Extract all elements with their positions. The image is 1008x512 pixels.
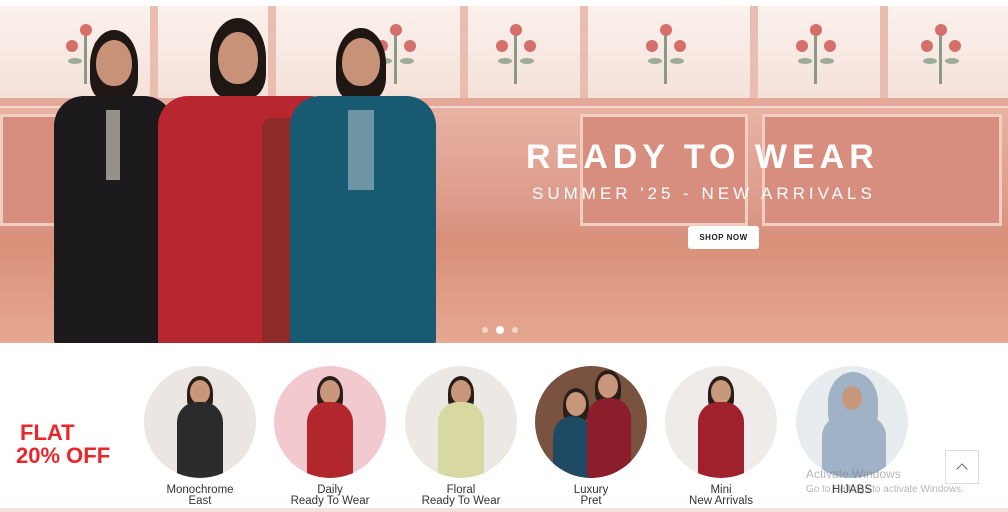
promo-discount: 20% OFF	[16, 443, 111, 468]
page: READY TO WEAR SUMMER '25 - NEW ARRIVALS …	[0, 0, 1008, 512]
flower-motif	[490, 18, 542, 88]
flower-motif	[790, 18, 842, 88]
category-image[interactable]	[144, 366, 256, 478]
scroll-to-top-button[interactable]	[945, 450, 979, 484]
windows-watermark-text: Go to Settings to activate Windows.	[806, 484, 964, 495]
wall-pillar	[880, 6, 888, 98]
wall-pillar	[460, 6, 468, 98]
flower-motif	[915, 18, 967, 88]
chevron-up-icon	[956, 463, 968, 475]
category-mini[interactable]: Mini New Arrivals	[664, 366, 778, 507]
hero-title: READY TO WEAR	[526, 138, 879, 176]
model-teal-outfit	[290, 28, 436, 343]
category-daily[interactable]: Daily Ready To Wear	[273, 366, 387, 507]
hero-subtitle: SUMMER '25 - NEW ARRIVALS	[532, 184, 876, 203]
category-label[interactable]: Luxury Pret	[534, 484, 648, 507]
category-label[interactable]: Floral Ready To Wear	[404, 484, 518, 507]
carousel-dot-2[interactable]	[496, 326, 504, 334]
category-label[interactable]: Mini New Arrivals	[664, 484, 778, 507]
windows-watermark-title: Activate Windows	[806, 467, 901, 481]
bottom-divider	[0, 508, 1008, 512]
category-image[interactable]	[274, 366, 386, 478]
category-image[interactable]	[405, 366, 517, 478]
carousel-dot-1[interactable]	[482, 327, 488, 333]
wall-pillar	[580, 6, 588, 98]
category-image[interactable]	[796, 366, 908, 478]
category-label[interactable]: Monochrome East	[143, 484, 257, 507]
category-label[interactable]: Daily Ready To Wear	[273, 484, 387, 507]
shop-now-button[interactable]: SHOP NOW	[688, 226, 759, 249]
category-image[interactable]	[535, 366, 647, 478]
wall-pillar	[750, 6, 758, 98]
carousel-dots	[482, 326, 518, 334]
category-floral[interactable]: Floral Ready To Wear	[404, 366, 518, 507]
hero-banner[interactable]: READY TO WEAR SUMMER '25 - NEW ARRIVALS …	[0, 6, 1008, 343]
category-image[interactable]	[665, 366, 777, 478]
carousel-dot-3[interactable]	[512, 327, 518, 333]
flower-motif	[640, 18, 692, 88]
category-monochrome[interactable]: Monochrome East	[143, 366, 257, 507]
category-luxury[interactable]: Luxury Pret	[534, 366, 648, 507]
